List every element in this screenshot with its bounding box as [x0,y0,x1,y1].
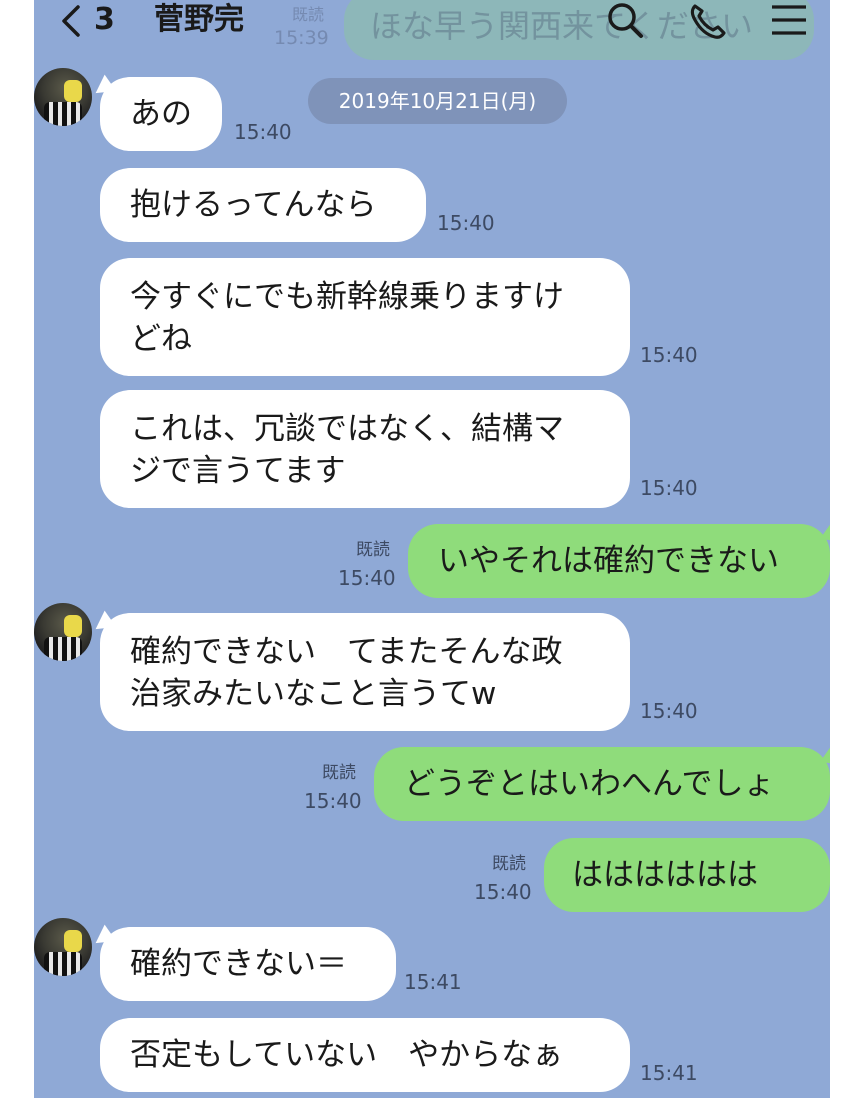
message-bubble[interactable]: これは、冗談ではなく、結構マ ジで言うてます [100,390,630,508]
message-time: 15:40 [304,789,362,813]
message-bubble[interactable]: はははははは [544,838,830,912]
message-time: 15:40 [640,476,698,500]
message-time: 15:40 [338,566,396,590]
chat-header: 3 菅野完 既読 15:39 ほな早う関西来てください [34,0,830,60]
chat-title[interactable]: 菅野完 [154,0,244,40]
message-time: 15:40 [437,211,495,235]
message-time: 15:41 [404,970,462,994]
read-receipt: 既読 [356,540,390,560]
avatar[interactable] [34,603,92,661]
message-time: 15:40 [234,120,292,144]
message-time: 15:40 [640,343,698,367]
read-receipt: 既読 [492,854,526,874]
avatar[interactable] [34,68,92,126]
search-icon[interactable] [604,0,648,42]
chat-screen: 3 菅野完 既読 15:39 ほな早う関西来てください 2019年10月21日(… [34,0,830,1098]
message-bubble[interactable]: いやそれは確約できない [408,524,830,598]
message-bubble[interactable]: 確約できない＝ [100,927,396,1001]
message-bubble[interactable]: どうぞとはいわへんでしょ [374,747,830,821]
message-bubble[interactable]: あの [100,77,222,151]
message-time: 15:40 [474,880,532,904]
unread-count[interactable]: 3 [94,0,115,40]
message-bubble[interactable]: 今すぐにでも新幹線乗りますけ どね [100,258,630,376]
avatar[interactable] [34,918,92,976]
ghost-time: 15:39 [274,27,329,49]
date-separator: 2019年10月21日(月) [308,78,567,124]
message-time: 15:41 [640,1061,698,1085]
ghost-read-label: 既読 [292,5,325,24]
back-chevron-icon[interactable] [56,4,86,38]
message-time: 15:40 [640,699,698,723]
read-receipt: 既読 [322,763,356,783]
message-bubble[interactable]: 抱けるってんなら [100,168,426,242]
message-bubble[interactable]: 確約できない てまたそんな政 治家みたいなこと言うてw [100,613,630,731]
phone-icon[interactable] [686,0,730,42]
menu-icon[interactable] [768,0,812,42]
message-bubble[interactable]: 否定もしていない やからなぁ [100,1018,630,1092]
